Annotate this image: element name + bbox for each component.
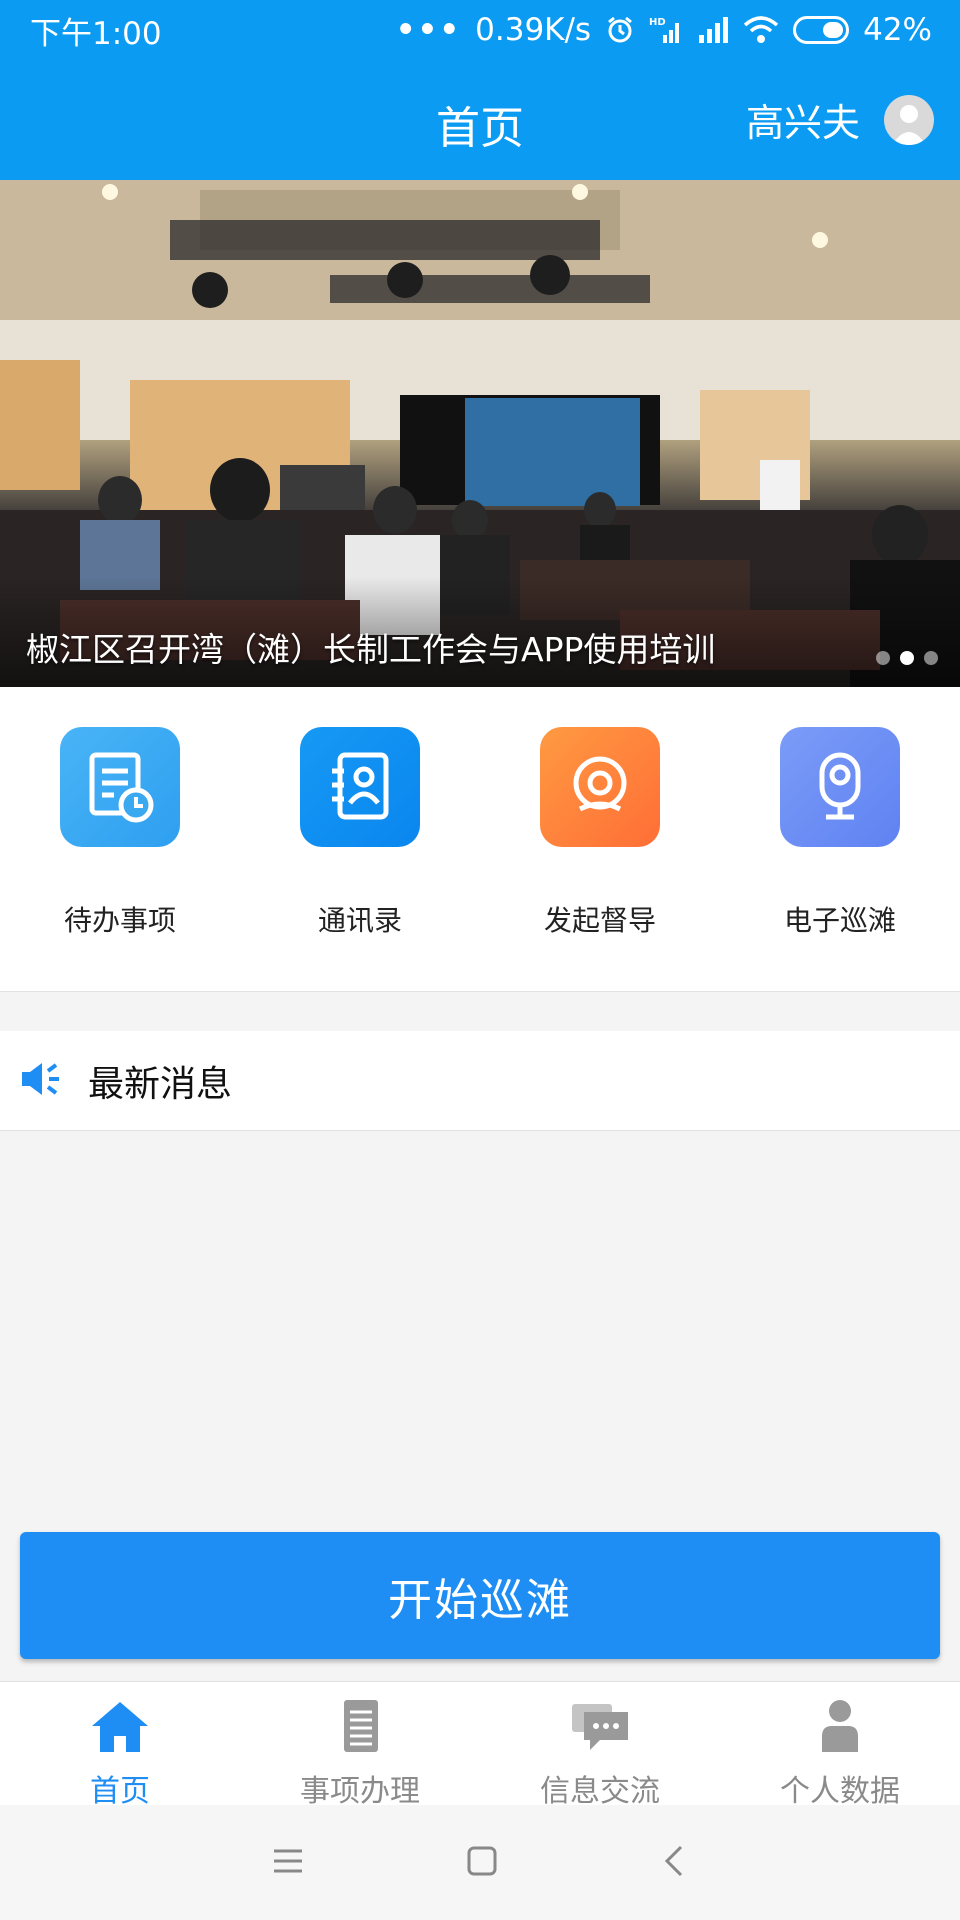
- nav-item-home[interactable]: 首页: [0, 1682, 240, 1809]
- banner-dot[interactable]: [876, 651, 890, 665]
- megaphone-icon: [18, 1057, 62, 1105]
- quick-item-label: 待办事项: [63, 904, 176, 937]
- nav-label: 个人数据: [780, 1774, 900, 1809]
- nav-item-messages[interactable]: 信息交流: [480, 1682, 720, 1809]
- top-bar: 下午1:00 ••• 0.39K/s HD 42% 首页 高兴夫: [0, 0, 960, 180]
- signal-icon: [697, 15, 729, 45]
- app-root: 下午1:00 ••• 0.39K/s HD 42% 首页 高兴夫 椒江区召开湾（…: [0, 0, 960, 1920]
- webcam-icon[interactable]: [540, 727, 660, 847]
- start-patrol-button[interactable]: 开始巡滩: [20, 1532, 940, 1659]
- chat-icon: [570, 1698, 630, 1758]
- nav-label: 事项办理: [300, 1774, 420, 1809]
- banner-dot-active[interactable]: [900, 651, 914, 665]
- banner-dot[interactable]: [924, 651, 938, 665]
- status-bar: 下午1:00 ••• 0.39K/s HD 42%: [0, 0, 960, 60]
- quick-item-contacts[interactable]: 通讯录: [240, 687, 480, 991]
- username: 高兴夫: [745, 101, 860, 145]
- nav-label: 首页: [90, 1774, 150, 1809]
- document-icon: [330, 1698, 390, 1758]
- person-icon: [810, 1698, 870, 1758]
- camera-icon[interactable]: [780, 727, 900, 847]
- bottom-nav: 首页 事项办理 信息交流 个人数据: [0, 1681, 960, 1809]
- battery-icon: [793, 16, 850, 44]
- quick-item-label: 通讯录: [317, 904, 402, 937]
- network-speed: 0.39K/s: [475, 12, 592, 48]
- latest-news-section[interactable]: 最新消息: [0, 1031, 960, 1131]
- banner-pagination[interactable]: [876, 651, 938, 665]
- alarm-icon: [605, 15, 635, 45]
- quick-menu: 待办事项 通讯录 发起督导 电子巡滩: [0, 687, 960, 992]
- nav-label: 信息交流: [540, 1774, 660, 1809]
- back-icon[interactable]: [659, 1844, 689, 1882]
- wifi-icon: [743, 15, 779, 45]
- status-indicators: ••• 0.39K/s HD 42%: [396, 12, 932, 48]
- status-time: 下午1:00: [30, 15, 162, 52]
- svg-text:HD: HD: [649, 17, 666, 28]
- nav-item-tasks[interactable]: 事项办理: [240, 1682, 480, 1809]
- todo-clock-icon[interactable]: [60, 727, 180, 847]
- user-avatar-icon[interactable]: [884, 94, 934, 145]
- hd-signal-icon: HD: [649, 15, 683, 45]
- contacts-book-icon[interactable]: [300, 727, 420, 847]
- home-square-icon[interactable]: [465, 1844, 499, 1882]
- quick-item-label: 电子巡滩: [783, 904, 896, 937]
- user-profile[interactable]: 高兴夫: [746, 92, 934, 147]
- quick-item-todo[interactable]: 待办事项: [0, 687, 240, 991]
- nav-item-personal[interactable]: 个人数据: [720, 1682, 960, 1809]
- news-banner[interactable]: 椒江区召开湾（滩）长制工作会与APP使用培训: [0, 180, 960, 687]
- quick-item-label: 发起督导: [543, 904, 656, 937]
- quick-item-patrol[interactable]: 电子巡滩: [720, 687, 960, 991]
- menu-icon[interactable]: [271, 1846, 305, 1880]
- latest-news-title: 最新消息: [88, 1063, 233, 1105]
- banner-caption[interactable]: 椒江区召开湾（滩）长制工作会与APP使用培训: [26, 623, 715, 671]
- system-nav-bar: [0, 1805, 960, 1920]
- more-dots-icon: •••: [395, 12, 462, 48]
- battery-level: 42%: [863, 12, 932, 48]
- home-icon: [90, 1698, 150, 1758]
- quick-item-supervise[interactable]: 发起督导: [480, 687, 720, 991]
